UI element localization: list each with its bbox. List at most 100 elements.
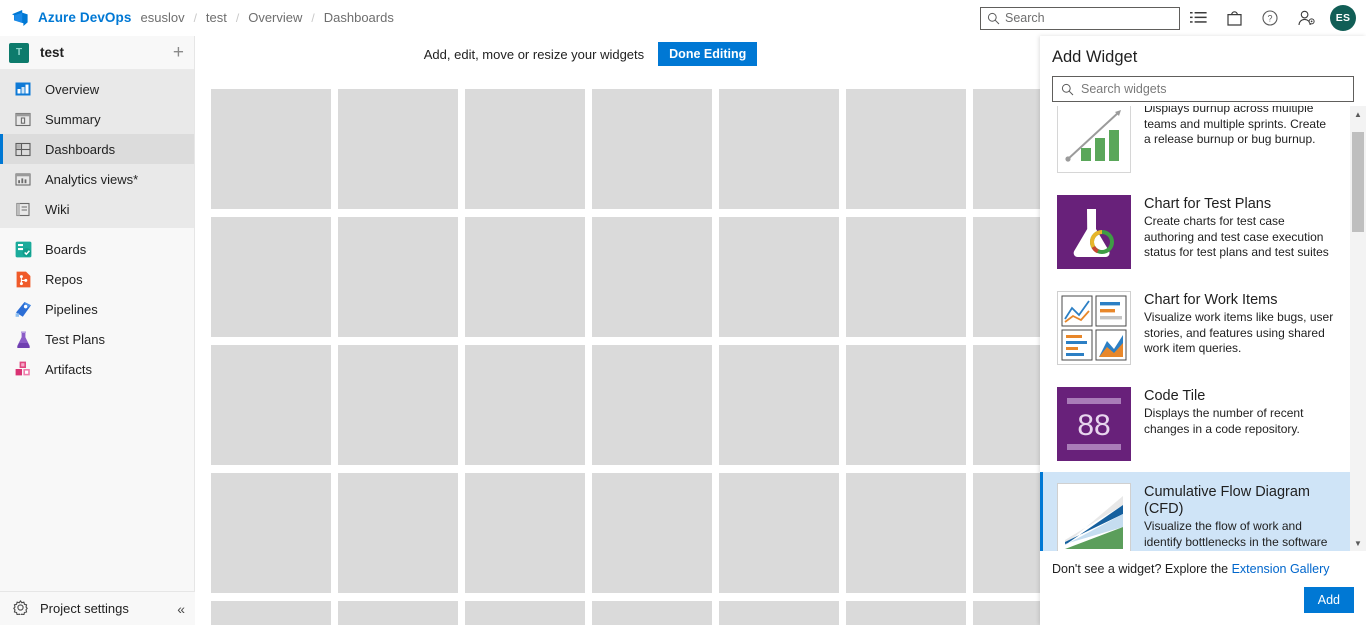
breadcrumb-dashboards[interactable]: Dashboards bbox=[324, 10, 394, 25]
widget-placeholder[interactable] bbox=[211, 473, 331, 593]
sidebar-item-analytics-views[interactable]: Analytics views* bbox=[0, 164, 194, 194]
widget-placeholder[interactable] bbox=[846, 601, 966, 625]
sidebar-item-label: Test Plans bbox=[45, 331, 105, 347]
breadcrumb-separator: / bbox=[311, 10, 315, 25]
user-settings-icon[interactable] bbox=[1288, 0, 1324, 36]
widget-list-item[interactable]: 88 Code Tile Displays the number of rece… bbox=[1040, 376, 1350, 472]
cfd-area-chart-icon bbox=[1057, 483, 1131, 551]
breadcrumb-separator: / bbox=[235, 10, 240, 25]
widget-placeholder[interactable] bbox=[719, 473, 839, 593]
test-plans-icon bbox=[13, 330, 33, 348]
breadcrumb-project[interactable]: test bbox=[206, 10, 227, 25]
sidebar-item-wiki[interactable]: Wiki bbox=[0, 194, 194, 224]
widget-description: Displays the number of recent changes in… bbox=[1144, 406, 1304, 436]
widget-placeholder[interactable] bbox=[338, 217, 458, 337]
topbar-actions: ? ES bbox=[980, 0, 1366, 36]
widget-placeholder[interactable] bbox=[719, 345, 839, 465]
widget-search-input[interactable] bbox=[1081, 82, 1331, 96]
widget-placeholder[interactable] bbox=[338, 345, 458, 465]
overview-icon bbox=[13, 81, 33, 97]
widget-placeholder[interactable] bbox=[211, 601, 331, 625]
sidebar-overview-group: Overview Summary Dashboards Analytics vi… bbox=[0, 70, 194, 228]
breadcrumb-org[interactable]: esuslov bbox=[140, 10, 184, 25]
sidebar-item-summary[interactable]: Summary bbox=[0, 104, 194, 134]
widget-placeholder[interactable] bbox=[211, 89, 331, 209]
marketplace-bag-icon[interactable] bbox=[1216, 0, 1252, 36]
widget-placeholder[interactable] bbox=[465, 601, 585, 625]
add-widget-panel: Add Widget Search widgets Displays burnu… bbox=[1040, 36, 1366, 625]
widget-placeholder[interactable] bbox=[465, 217, 585, 337]
widget-title: Code Tile bbox=[1144, 388, 1206, 404]
widget-placeholder[interactable] bbox=[211, 217, 331, 337]
sidebar-item-label: Boards bbox=[45, 241, 87, 257]
scrollbar-thumb[interactable] bbox=[1352, 132, 1364, 232]
widget-placeholder[interactable] bbox=[211, 345, 331, 465]
widget-placeholder[interactable] bbox=[846, 345, 966, 465]
widget-placeholder[interactable] bbox=[338, 473, 458, 593]
sidebar-item-dashboards[interactable]: Dashboards bbox=[0, 134, 194, 164]
project-header[interactable]: T test + bbox=[0, 36, 194, 70]
widget-list-item-selected[interactable]: Cumulative Flow Diagram (CFD) Visualize … bbox=[1040, 472, 1350, 551]
sidebar-item-artifacts[interactable]: Artifacts bbox=[0, 354, 194, 384]
widget-title: Chart for Work Items bbox=[1144, 292, 1278, 308]
sidebar-hubs-group: Boards Repos Pipelines Test Plans Artifa… bbox=[0, 228, 194, 388]
widget-placeholder[interactable] bbox=[592, 345, 712, 465]
widget-list-scrollbar[interactable]: ▲ ▼ bbox=[1350, 106, 1366, 551]
brand-label[interactable]: Azure DevOps bbox=[38, 10, 131, 25]
sidebar-item-label: Summary bbox=[45, 111, 101, 127]
panel-footer: Don't see a widget? Explore the Extensio… bbox=[1040, 551, 1366, 625]
widget-list-item[interactable]: Chart for Test Plans Create charts for t… bbox=[1040, 184, 1350, 280]
widget-placeholder[interactable] bbox=[592, 217, 712, 337]
widget-placeholder[interactable] bbox=[465, 345, 585, 465]
azure-devops-logo-icon[interactable] bbox=[11, 9, 29, 27]
widget-placeholder[interactable] bbox=[338, 601, 458, 625]
search-input[interactable] bbox=[1005, 8, 1155, 28]
widget-list-item[interactable]: Chart for Work Items Visualize work item… bbox=[1040, 280, 1350, 376]
widget-list: Displays burnup across multiple teams an… bbox=[1040, 106, 1350, 551]
breadcrumb-overview[interactable]: Overview bbox=[248, 10, 302, 25]
breadcrumb: esuslov / test / Overview / Dashboards bbox=[140, 10, 393, 25]
help-question-icon[interactable]: ? bbox=[1252, 0, 1288, 36]
widget-placeholder[interactable] bbox=[846, 217, 966, 337]
sidebar-item-test-plans[interactable]: Test Plans bbox=[0, 324, 194, 354]
sidebar-item-label: Wiki bbox=[45, 201, 70, 217]
done-editing-button[interactable]: Done Editing bbox=[658, 42, 758, 66]
caret-up-icon[interactable]: ▲ bbox=[1350, 106, 1366, 122]
sidebar-item-boards[interactable]: Boards bbox=[0, 234, 194, 264]
widget-description: Displays burnup across multiple teams an… bbox=[1144, 106, 1327, 146]
widget-description: Create charts for test case authoring an… bbox=[1144, 214, 1329, 259]
widget-placeholder[interactable] bbox=[719, 601, 839, 625]
widget-placeholder[interactable] bbox=[719, 89, 839, 209]
widget-placeholder[interactable] bbox=[465, 89, 585, 209]
svg-text:88: 88 bbox=[1077, 409, 1110, 442]
extension-gallery-link[interactable]: Extension Gallery bbox=[1232, 562, 1330, 576]
caret-down-icon[interactable]: ▼ bbox=[1350, 535, 1366, 551]
project-settings-button[interactable]: Project settings « bbox=[0, 591, 195, 625]
add-button[interactable]: Add bbox=[1303, 587, 1354, 613]
widget-placeholder[interactable] bbox=[592, 473, 712, 593]
global-search[interactable] bbox=[980, 6, 1180, 30]
chevron-double-left-icon[interactable]: « bbox=[177, 601, 185, 617]
sidebar-item-label: Artifacts bbox=[45, 361, 92, 377]
sidebar-item-label: Overview bbox=[45, 81, 100, 97]
dashboards-icon bbox=[13, 141, 33, 157]
widget-placeholder[interactable] bbox=[719, 217, 839, 337]
widget-placeholder[interactable] bbox=[846, 89, 966, 209]
widget-placeholder[interactable] bbox=[846, 473, 966, 593]
wiki-icon bbox=[13, 201, 33, 217]
sidebar-item-pipelines[interactable]: Pipelines bbox=[0, 294, 194, 324]
widget-search[interactable] bbox=[1052, 76, 1354, 102]
widget-placeholder[interactable] bbox=[592, 601, 712, 625]
sidebar-item-overview[interactable]: Overview bbox=[0, 74, 194, 104]
sidebar-item-repos[interactable]: Repos bbox=[0, 264, 194, 294]
widget-list-item[interactable]: Displays burnup across multiple teams an… bbox=[1040, 106, 1350, 184]
widget-placeholder[interactable] bbox=[338, 89, 458, 209]
avatar[interactable]: ES bbox=[1330, 5, 1356, 31]
sidebar-item-label: Pipelines bbox=[45, 301, 98, 317]
widget-placeholder[interactable] bbox=[592, 89, 712, 209]
project-name[interactable]: test bbox=[40, 45, 64, 60]
tasks-list-icon[interactable] bbox=[1180, 0, 1216, 36]
plus-icon[interactable]: + bbox=[173, 43, 184, 62]
extension-gallery-hint: Don't see a widget? Explore the Extensio… bbox=[1052, 562, 1354, 576]
widget-placeholder[interactable] bbox=[465, 473, 585, 593]
